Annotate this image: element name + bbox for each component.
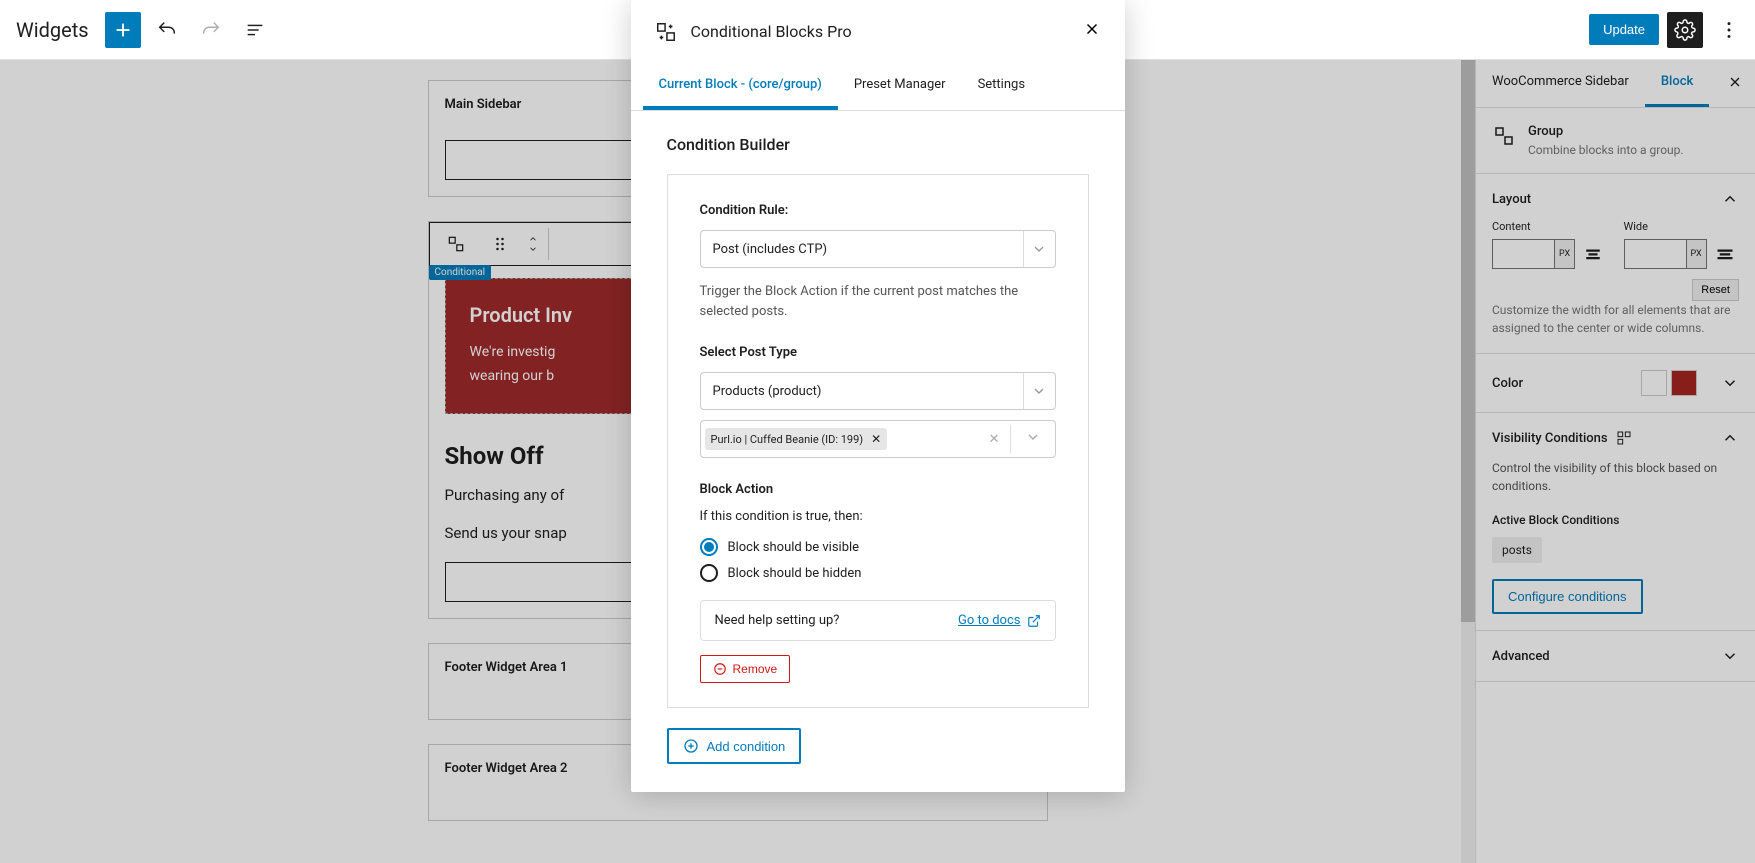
rule-label: Condition Rule: xyxy=(700,203,1056,218)
post-type-select[interactable]: Products (product) xyxy=(700,372,1056,410)
condition-card: Condition Rule: Post (includes CTP) Trig… xyxy=(667,174,1089,708)
page-title: Widgets xyxy=(16,18,89,42)
redo-button[interactable] xyxy=(193,12,229,48)
list-view-button[interactable] xyxy=(237,12,273,48)
chevron-down-icon xyxy=(1015,429,1051,449)
plus-circle-icon xyxy=(683,738,699,754)
settings-button[interactable] xyxy=(1667,12,1703,48)
posttype-label: Select Post Type xyxy=(700,345,1056,360)
plugin-icon xyxy=(655,21,677,43)
update-button[interactable]: Update xyxy=(1589,14,1659,45)
selected-post-tag: Purl.io | Cuffed Beanie (ID: 199) ✕ xyxy=(705,428,888,450)
remove-condition-button[interactable]: Remove xyxy=(700,655,791,683)
tab-settings[interactable]: Settings xyxy=(962,63,1041,110)
tab-preset-manager[interactable]: Preset Manager xyxy=(838,63,962,110)
undo-button[interactable] xyxy=(149,12,185,48)
remove-tag-button[interactable]: ✕ xyxy=(871,432,881,446)
condition-rule-select[interactable]: Post (includes CTP) xyxy=(700,230,1056,268)
tab-current-block[interactable]: Current Block - (core/group) xyxy=(643,63,838,110)
modal-title: Conditional Blocks Pro xyxy=(691,22,852,41)
clear-selection-button[interactable]: ✕ xyxy=(979,425,1011,453)
add-block-button[interactable] xyxy=(105,12,141,48)
docs-link[interactable]: Go to docs xyxy=(958,613,1041,628)
help-box: Need help setting up? Go to docs xyxy=(700,600,1056,641)
radio-visible[interactable]: Block should be visible xyxy=(700,538,1056,556)
add-condition-button[interactable]: Add condition xyxy=(667,728,802,764)
minus-circle-icon xyxy=(713,662,727,676)
chevron-down-icon xyxy=(1023,373,1055,409)
close-modal-button[interactable] xyxy=(1083,20,1101,43)
builder-title: Condition Builder xyxy=(667,135,1089,154)
chevron-down-icon xyxy=(1023,231,1055,267)
radio-hidden[interactable]: Block should be hidden xyxy=(700,564,1056,582)
more-button[interactable] xyxy=(1711,12,1747,48)
action-label: Block Action xyxy=(700,482,1056,497)
external-link-icon xyxy=(1027,614,1041,628)
conditional-blocks-modal: Conditional Blocks Pro Current Block - (… xyxy=(631,0,1125,792)
posts-multiselect[interactable]: Purl.io | Cuffed Beanie (ID: 199) ✕ ✕ xyxy=(700,420,1056,458)
